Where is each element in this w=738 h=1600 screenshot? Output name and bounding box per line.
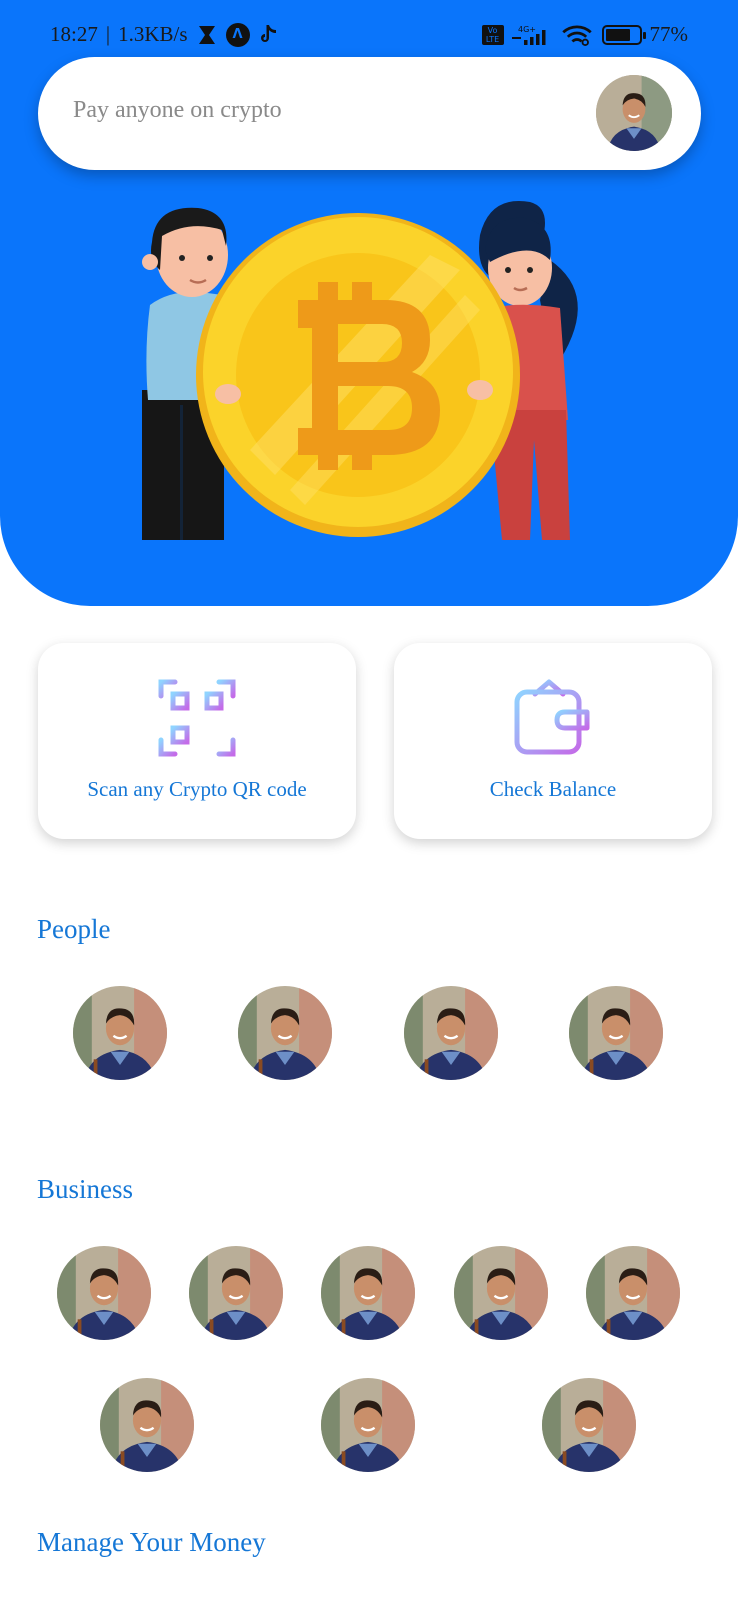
business-avatar[interactable] <box>454 1246 548 1340</box>
business-avatar[interactable] <box>189 1246 283 1340</box>
status-separator: | <box>105 22 111 46</box>
business-avatar[interactable] <box>100 1378 194 1472</box>
tiktok-icon <box>260 24 276 42</box>
business-avatar[interactable] <box>321 1246 415 1340</box>
qr-code-icon <box>158 679 236 757</box>
business-avatar[interactable] <box>586 1246 680 1340</box>
hourglass-icon <box>198 25 215 44</box>
person-photo-icon <box>238 986 332 1080</box>
crypto-coin-illustration <box>142 200 578 540</box>
business-avatar[interactable] <box>321 1378 415 1472</box>
person-photo-icon <box>100 1378 194 1472</box>
search-bar[interactable]: Pay anyone on crypto <box>38 57 701 170</box>
search-placeholder: Pay anyone on crypto <box>73 97 282 123</box>
signal-icon: 4G+ <box>511 25 545 45</box>
person-photo-icon <box>542 1378 636 1472</box>
person-photo-icon <box>57 1246 151 1340</box>
battery-percent: 77% <box>649 22 689 46</box>
people-avatar[interactable] <box>569 986 663 1080</box>
business-avatar[interactable] <box>57 1246 151 1340</box>
scan-qr-card[interactable]: Scan any Crypto QR code <box>38 643 356 839</box>
people-avatar[interactable] <box>73 986 167 1080</box>
wifi-icon <box>561 25 592 46</box>
manage-money-heading: Manage Your Money <box>37 1527 266 1557</box>
person-photo-icon <box>454 1246 548 1340</box>
person-photo-icon <box>586 1246 680 1340</box>
person-photo-icon <box>321 1378 415 1472</box>
check-balance-label: Check Balance <box>489 777 617 801</box>
status-bar: 18:27 | 1.3KB/s Λ Vo LTE 4G+ 77% <box>0 18 738 52</box>
person-photo-icon <box>73 986 167 1080</box>
person-photo-icon <box>189 1246 283 1340</box>
app-a-icon: Λ <box>225 22 250 47</box>
wallet-icon <box>514 679 590 755</box>
scan-qr-label: Scan any Crypto QR code <box>87 777 307 801</box>
profile-avatar[interactable] <box>596 75 672 151</box>
people-avatar[interactable] <box>238 986 332 1080</box>
people-heading: People <box>37 914 111 944</box>
person-photo-icon <box>569 986 663 1080</box>
hero-banner: 18:27 | 1.3KB/s Λ Vo LTE 4G+ 77% Pay any… <box>0 0 738 606</box>
business-avatar[interactable] <box>542 1378 636 1472</box>
person-photo-icon <box>596 75 672 151</box>
business-heading: Business <box>37 1174 134 1204</box>
check-balance-card[interactable]: Check Balance <box>394 643 712 839</box>
svg-text:4G+: 4G+ <box>518 25 536 34</box>
volte-icon: Vo LTE <box>481 24 504 45</box>
person-photo-icon <box>404 986 498 1080</box>
status-time: 18:27 <box>50 22 98 46</box>
people-avatar[interactable] <box>404 986 498 1080</box>
status-speed: 1.3KB/s <box>118 22 188 46</box>
battery-icon <box>601 24 646 45</box>
person-photo-icon <box>321 1246 415 1340</box>
